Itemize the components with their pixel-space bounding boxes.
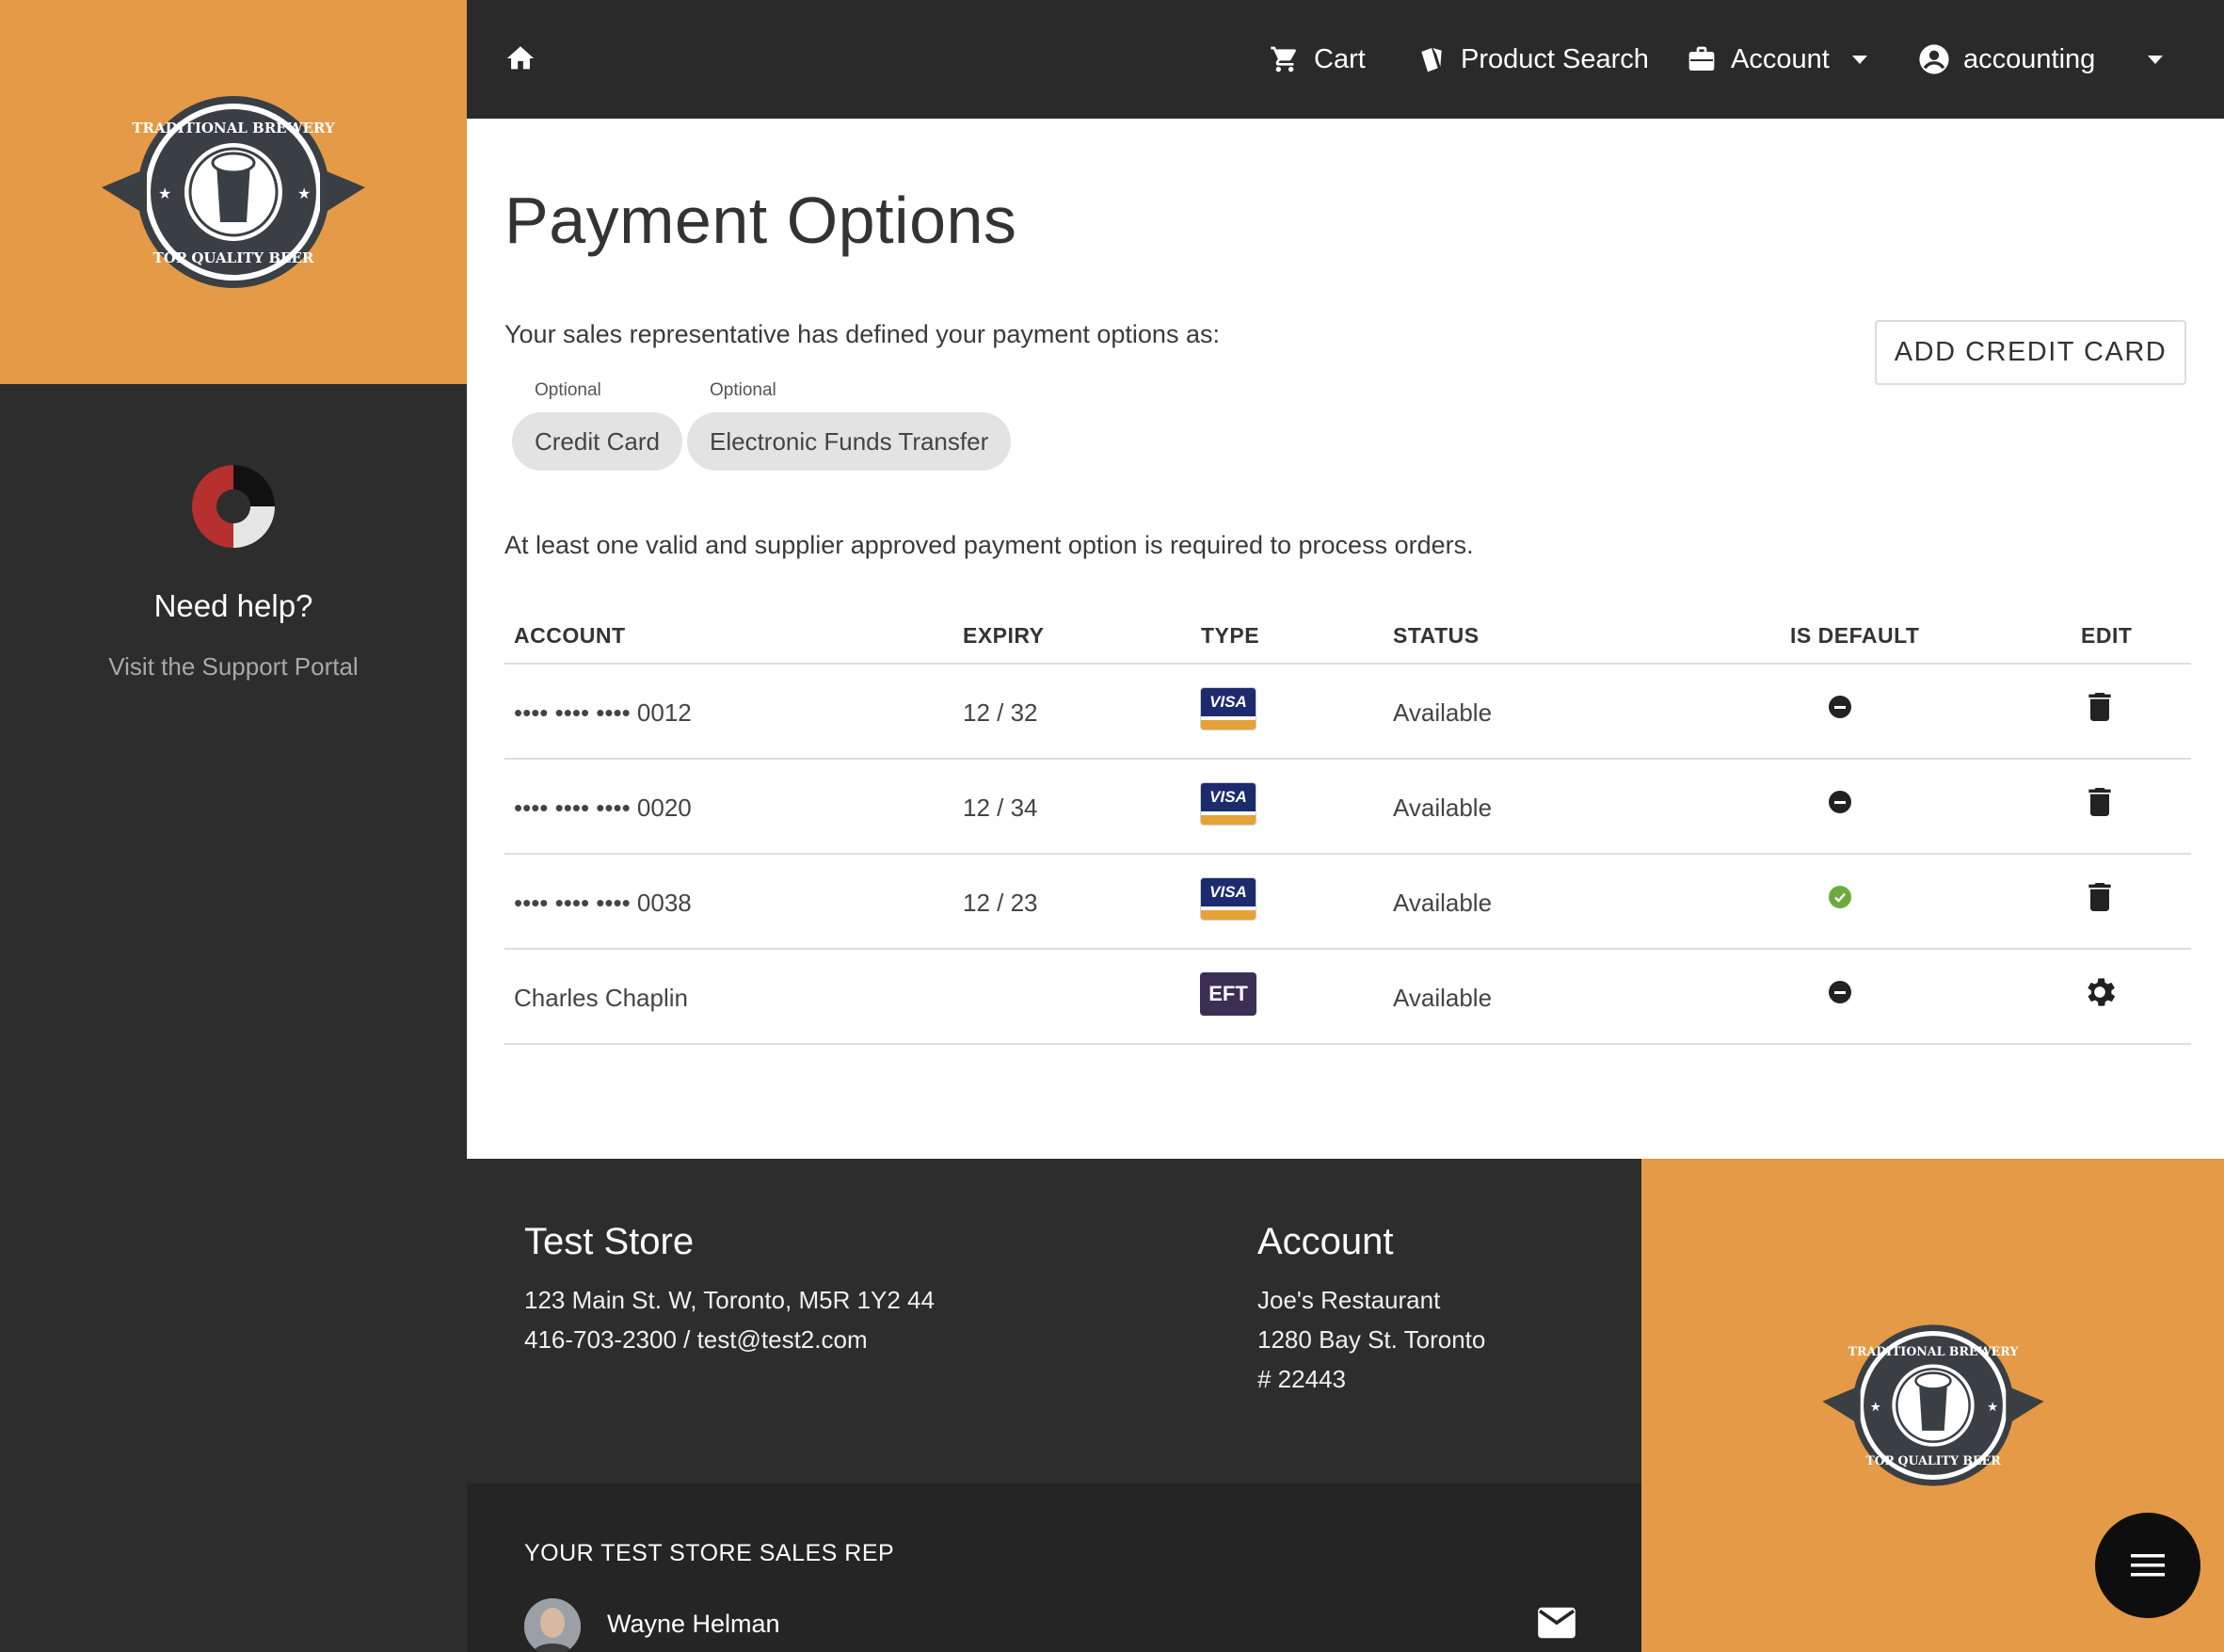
svg-text:TRADITIONAL BREWERY: TRADITIONAL BREWERY (132, 120, 335, 136)
store-title: Test Store (524, 1221, 695, 1262)
brewery-logo: TRADITIONAL BREWERY TOP QUALITY BEER ★ ★ (1821, 1324, 2044, 1486)
payment-chip-eft: Optional Electronic Funds Transfer (687, 380, 1012, 471)
support-portal-link[interactable]: Visit the Support Portal (108, 652, 358, 682)
header-is-default: IS DEFAULT (1790, 623, 1920, 648)
store-contact[interactable]: 416-703-2300 / test@test2.com (524, 1320, 935, 1359)
visa-card-icon: VISA (1200, 877, 1256, 921)
nav-cart-label: Cart (1314, 43, 1366, 74)
table-row: •••• •••• •••• 0020 12 / 34 VISA Availab… (504, 760, 2191, 855)
nav-account-label: Account (1731, 43, 1830, 74)
store-address: 123 Main St. W, Toronto, M5R 1Y2 44 (524, 1286, 935, 1314)
svg-text:TOP QUALITY BEER: TOP QUALITY BEER (153, 249, 314, 266)
header-type: TYPE (1201, 623, 1260, 648)
svg-text:★: ★ (1869, 1400, 1880, 1414)
payment-chip-credit-card: Optional Credit Card (512, 380, 682, 471)
brewery-logo[interactable]: TRADITIONAL BREWERY TOP QUALITY BEER ★ ★ (102, 74, 365, 310)
table-header: ACCOUNT EXPIRY TYPE STATUS IS DEFAULT ED… (504, 599, 2191, 665)
nav-user-menu[interactable]: accounting (1918, 36, 2164, 83)
svg-text:★: ★ (1987, 1400, 1998, 1414)
top-navigation: Cart Product Search Account accounting (467, 0, 2224, 119)
not-default-icon[interactable] (1829, 791, 1851, 813)
visa-card-icon: VISA (1200, 687, 1256, 730)
store-info: Test Store 123 Main St. W, Toronto, M5R … (524, 1221, 935, 1359)
default-check-icon[interactable] (1829, 886, 1851, 908)
menu-fab-button[interactable] (2095, 1513, 2200, 1618)
status: Available (1393, 698, 1493, 727)
sales-rep-title: YOUR TEST STORE SALES REP (524, 1540, 895, 1566)
account-number: # 22443 (1257, 1365, 1346, 1393)
chip-label: Electronic Funds Transfer (687, 412, 1012, 471)
tags-icon (1416, 43, 1448, 75)
briefcase-icon (1686, 43, 1718, 75)
account-address: 1280 Bay St. Toronto (1257, 1325, 1486, 1354)
account-number: •••• •••• •••• 0020 (514, 794, 692, 822)
chip-caption: Optional (710, 380, 776, 400)
not-default-icon[interactable] (1829, 696, 1851, 718)
nav-account-menu[interactable]: Account (1686, 36, 1867, 83)
footer: Test Store 123 Main St. W, Toronto, M5R … (467, 1159, 1641, 1652)
table-row: •••• •••• •••• 0012 12 / 32 VISA Availab… (504, 665, 2191, 760)
payment-notice-text: At least one valid and supplier approved… (504, 531, 1474, 559)
header-edit: EDIT (2081, 623, 2133, 648)
header-status: STATUS (1393, 623, 1480, 648)
trash-icon[interactable] (2081, 877, 2119, 917)
header-account: ACCOUNT (514, 623, 626, 648)
chevron-down-icon (1851, 55, 1867, 64)
sidebar: TRADITIONAL BREWERY TOP QUALITY BEER ★ ★… (0, 0, 467, 1652)
hamburger-menu-icon (2131, 1554, 2165, 1577)
brand-logo-panel: TRADITIONAL BREWERY TOP QUALITY BEER ★ ★ (0, 0, 467, 384)
expiry: 12 / 32 (963, 698, 1038, 727)
account-number: •••• •••• •••• 0038 (514, 889, 692, 917)
nav-product-search-label: Product Search (1461, 43, 1649, 74)
page-title: Payment Options (504, 184, 1017, 257)
header-expiry: EXPIRY (963, 623, 1045, 648)
account-number: •••• •••• •••• 0012 (514, 698, 692, 727)
table-row: •••• •••• •••• 0038 12 / 23 VISA Availab… (504, 855, 2191, 950)
chip-label: Credit Card (512, 412, 682, 471)
svg-text:TRADITIONAL BREWERY: TRADITIONAL BREWERY (1848, 1344, 2019, 1358)
home-icon[interactable] (504, 42, 536, 74)
status: Available (1393, 889, 1493, 917)
table-row: Charles Chaplin EFT Available (504, 950, 2191, 1045)
svg-text:TOP QUALITY BEER: TOP QUALITY BEER (1865, 1453, 2001, 1468)
payment-methods-table: ACCOUNT EXPIRY TYPE STATUS IS DEFAULT ED… (504, 599, 2191, 1045)
expiry: 12 / 34 (963, 794, 1038, 822)
account-title: Account (1257, 1221, 1394, 1262)
help-section: Need help? Visit the Support Portal (0, 461, 467, 682)
user-circle-icon (1918, 43, 1950, 75)
nav-product-search[interactable]: Product Search (1416, 36, 1649, 83)
sales-rep-section: YOUR TEST STORE SALES REP Wayne Helman (467, 1484, 1641, 1652)
chip-caption: Optional (535, 380, 601, 400)
avatar (524, 1598, 581, 1652)
payment-intro-text: Your sales representative has defined yo… (504, 320, 1220, 348)
account-holder: Charles Chaplin (514, 984, 688, 1012)
status: Available (1393, 984, 1493, 1012)
add-credit-card-button[interactable]: ADD CREDIT CARD (1875, 320, 2186, 385)
visa-card-icon: VISA (1200, 782, 1256, 826)
status: Available (1393, 794, 1493, 822)
account-name: Joe's Restaurant (1257, 1286, 1441, 1314)
svg-text:★: ★ (297, 186, 311, 202)
trash-icon[interactable] (2081, 687, 2119, 727)
mail-icon[interactable] (1536, 1606, 1577, 1640)
chevron-down-icon (2148, 55, 2164, 64)
not-default-icon[interactable] (1829, 981, 1851, 1003)
eft-icon: EFT (1200, 972, 1256, 1016)
cart-icon (1269, 43, 1301, 75)
help-title: Need help? (153, 588, 313, 623)
expiry: 12 / 23 (963, 889, 1038, 917)
sales-rep-name: Wayne Helman (607, 1610, 780, 1638)
nav-cart[interactable]: Cart (1269, 36, 1366, 83)
trash-icon[interactable] (2081, 782, 2119, 822)
svg-text:★: ★ (158, 186, 171, 202)
nav-user-label: accounting (1963, 43, 2096, 74)
account-info: Account Joe's Restaurant 1280 Bay St. To… (1257, 1221, 1485, 1399)
gear-icon[interactable] (2081, 972, 2119, 1012)
support-logo-icon (192, 465, 275, 548)
